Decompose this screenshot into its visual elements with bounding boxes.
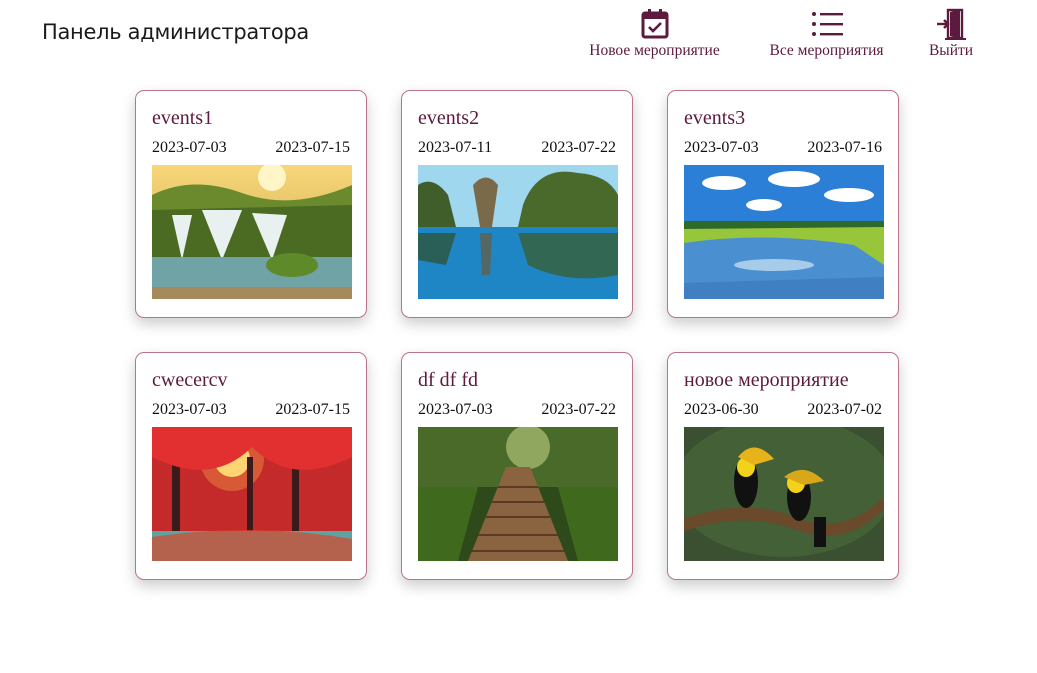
- event-end-date: 2023-07-16: [807, 139, 882, 156]
- event-start-date: 2023-06-30: [684, 401, 759, 418]
- all-events-button[interactable]: Все мероприятия: [764, 6, 889, 60]
- event-image: [418, 427, 618, 561]
- exit-door-icon: [937, 8, 966, 40]
- list-icon: [811, 12, 843, 36]
- new-event-button[interactable]: Новое мероприятие: [583, 6, 726, 60]
- event-end-date: 2023-07-15: [275, 139, 350, 156]
- logout-label: Выйти: [928, 42, 974, 59]
- event-image: [684, 427, 884, 561]
- event-card[interactable]: events2 2023-07-11 2023-07-22: [401, 90, 633, 318]
- event-title: events1: [152, 107, 214, 129]
- event-start-date: 2023-07-03: [152, 139, 227, 156]
- event-end-date: 2023-07-22: [541, 139, 616, 156]
- event-start-date: 2023-07-03: [684, 139, 759, 156]
- tropical-rocks-image: [418, 165, 618, 299]
- event-card[interactable]: events3 2023-07-03 2023-07-16: [667, 90, 899, 318]
- event-image: [152, 165, 352, 299]
- event-image: [418, 165, 618, 299]
- event-title: df df fd: [418, 369, 478, 391]
- event-card[interactable]: events1 2023-07-03 2023-07-15: [135, 90, 367, 318]
- event-image: [152, 427, 352, 561]
- toucans-image: [684, 427, 884, 561]
- calendar-check-icon: [641, 9, 668, 39]
- event-title: events2: [418, 107, 480, 129]
- event-title: events3: [684, 107, 746, 129]
- event-title: новое мероприятие: [684, 369, 849, 391]
- new-event-label: Новое мероприятие: [589, 42, 720, 59]
- event-start-date: 2023-07-03: [418, 401, 493, 418]
- forest-path-image: [418, 427, 618, 561]
- event-card[interactable]: новое мероприятие 2023-06-30 2023-07-02: [667, 352, 899, 580]
- all-events-label: Все мероприятия: [769, 42, 884, 59]
- event-end-date: 2023-07-15: [275, 401, 350, 418]
- red-forest-image: [152, 427, 352, 561]
- event-card[interactable]: cwecercv 2023-07-03 2023-07-15: [135, 352, 367, 580]
- river-landscape-image: [684, 165, 884, 299]
- event-image: [684, 165, 884, 299]
- logout-button[interactable]: Выйти: [926, 6, 976, 60]
- event-end-date: 2023-07-22: [541, 401, 616, 418]
- page-title: Панель администратора: [42, 20, 309, 44]
- event-start-date: 2023-07-03: [152, 401, 227, 418]
- waterfall-image: [152, 165, 352, 299]
- event-card[interactable]: df df fd 2023-07-03 2023-07-22: [401, 352, 633, 580]
- event-end-date: 2023-07-02: [807, 401, 882, 418]
- event-title: cwecercv: [152, 369, 228, 391]
- event-start-date: 2023-07-11: [418, 139, 493, 156]
